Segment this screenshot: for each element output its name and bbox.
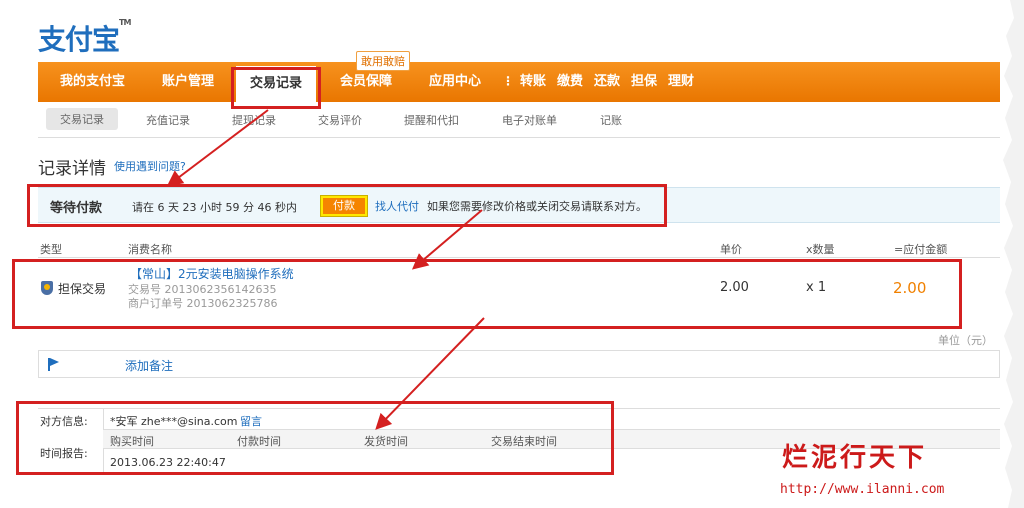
annotation-arrows	[166, 109, 485, 430]
arrow-3	[375, 317, 485, 430]
page: 支付宝TM 我的支付宝 账户管理 交易记录 会员保障 应用中心 ⋮ 转账 缴费 …	[0, 0, 1024, 508]
watermark-text: 烂泥行天下	[782, 443, 928, 473]
arrow-2	[411, 209, 483, 270]
watermark-url: http://www.ilanni.com	[780, 482, 945, 497]
torn-edge	[1003, 0, 1024, 508]
arrow-1	[166, 109, 269, 187]
